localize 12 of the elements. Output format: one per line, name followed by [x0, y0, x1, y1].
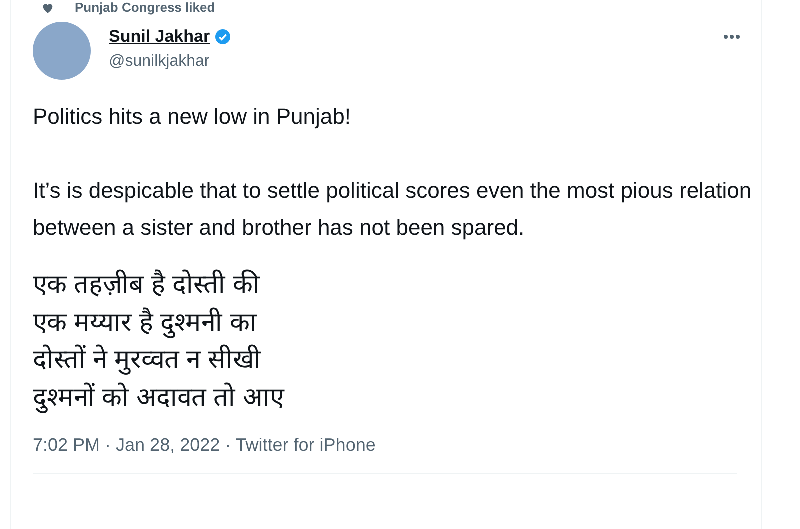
heart-icon: [41, 1, 55, 15]
tweet-timestamp[interactable]: 7:02 PM · Jan 28, 2022 · Twitter for iPhone: [33, 435, 376, 455]
author-handle[interactable]: @sunilkjakhar: [109, 50, 232, 74]
more-icon[interactable]: [723, 34, 741, 40]
social-context[interactable]: Punjab Congress liked: [75, 0, 216, 18]
verse-line: दुश्मनों को अदावत तो आए: [33, 380, 286, 416]
verse-line: दोस्तों ने मुरव्वत न सीखी: [33, 343, 262, 377]
tweet-text: It’s is despicable that to settle political scores even the most pious relation between a sister and brother has not been spared.: [33, 177, 753, 242]
author-name[interactable]: Sunil Jakhar: [109, 24, 210, 50]
verse-line: एक मय्यार है दुश्मनी का: [33, 306, 258, 340]
tweet-text: Politics hits a new low in Punjab!: [33, 103, 352, 131]
verse-line: एक तहज़ीब है दोस्ती की: [33, 268, 262, 301]
